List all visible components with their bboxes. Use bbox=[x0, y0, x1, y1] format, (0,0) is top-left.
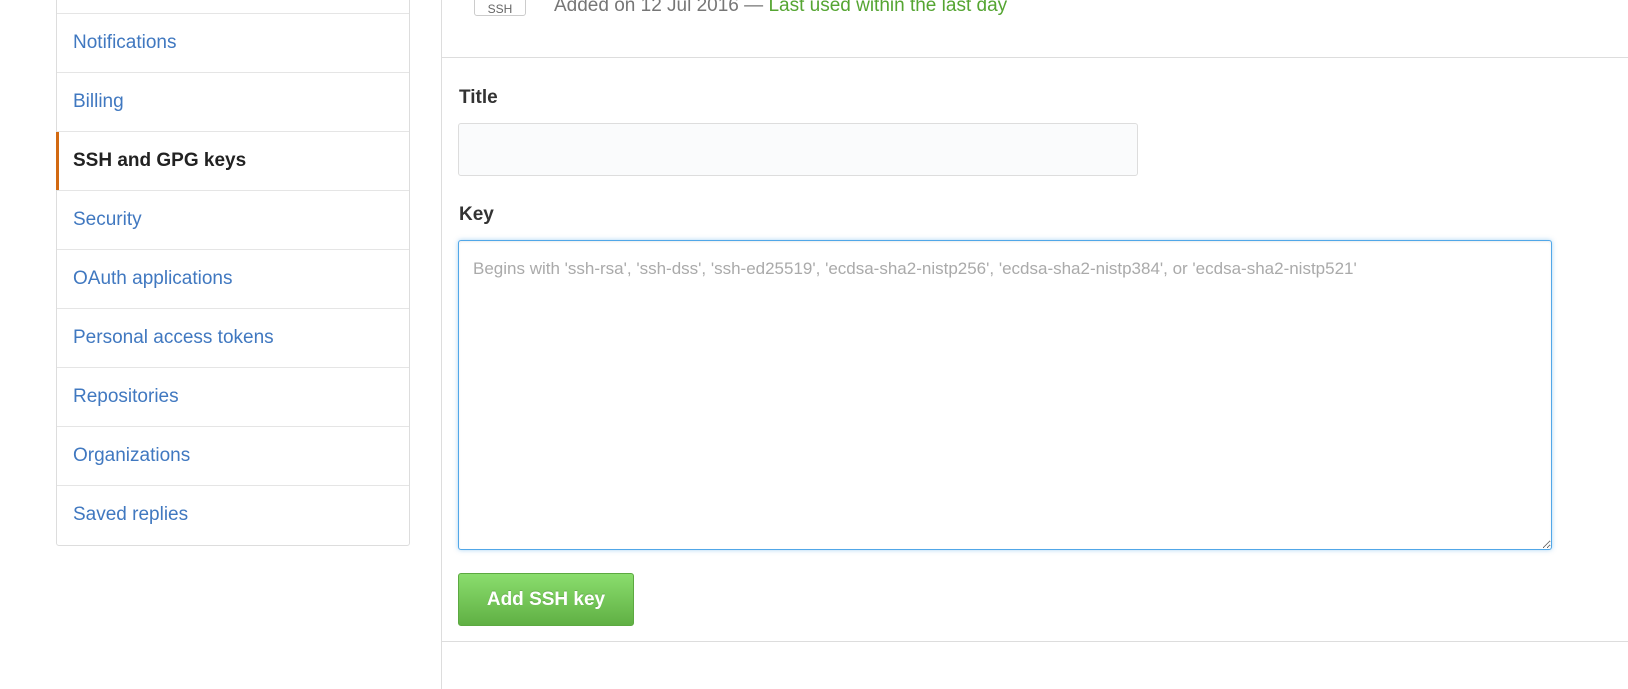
sidebar-item-ssh-gpg-keys[interactable]: SSH and GPG keys bbox=[56, 132, 409, 191]
settings-sidebar: Notifications Billing SSH and GPG keys S… bbox=[56, 0, 410, 546]
sidebar-item-notifications[interactable]: Notifications bbox=[57, 14, 409, 73]
title-label: Title bbox=[459, 87, 498, 108]
key-label: Key bbox=[459, 204, 494, 225]
sidebar-item-billing[interactable]: Billing bbox=[57, 73, 409, 132]
sidebar-item-saved-replies[interactable]: Saved replies bbox=[57, 486, 409, 545]
sidebar-item-cutoff bbox=[57, 0, 409, 14]
sidebar-item-organizations[interactable]: Organizations bbox=[57, 427, 409, 486]
existing-key-row: SSH Added on 12 Jul 2016 — Last used wit… bbox=[442, 0, 1628, 58]
add-ssh-key-button[interactable]: Add SSH key bbox=[458, 573, 634, 626]
sidebar-item-oauth-applications[interactable]: OAuth applications bbox=[57, 250, 409, 309]
divider bbox=[442, 641, 1628, 642]
key-added-date: Added on 12 Jul 2016 — bbox=[554, 0, 769, 16]
key-textarea[interactable] bbox=[458, 240, 1552, 550]
key-type-badge: SSH bbox=[474, 0, 526, 16]
sidebar-item-security[interactable]: Security bbox=[57, 191, 409, 250]
sidebar-item-repositories[interactable]: Repositories bbox=[57, 368, 409, 427]
sidebar-item-personal-access-tokens[interactable]: Personal access tokens bbox=[57, 309, 409, 368]
ssh-keys-panel: SSH Added on 12 Jul 2016 — Last used wit… bbox=[441, 0, 1628, 689]
title-input[interactable] bbox=[458, 123, 1138, 176]
key-meta: Added on 12 Jul 2016 — Last used within … bbox=[554, 0, 1007, 17]
key-last-used: Last used within the last day bbox=[768, 0, 1008, 16]
